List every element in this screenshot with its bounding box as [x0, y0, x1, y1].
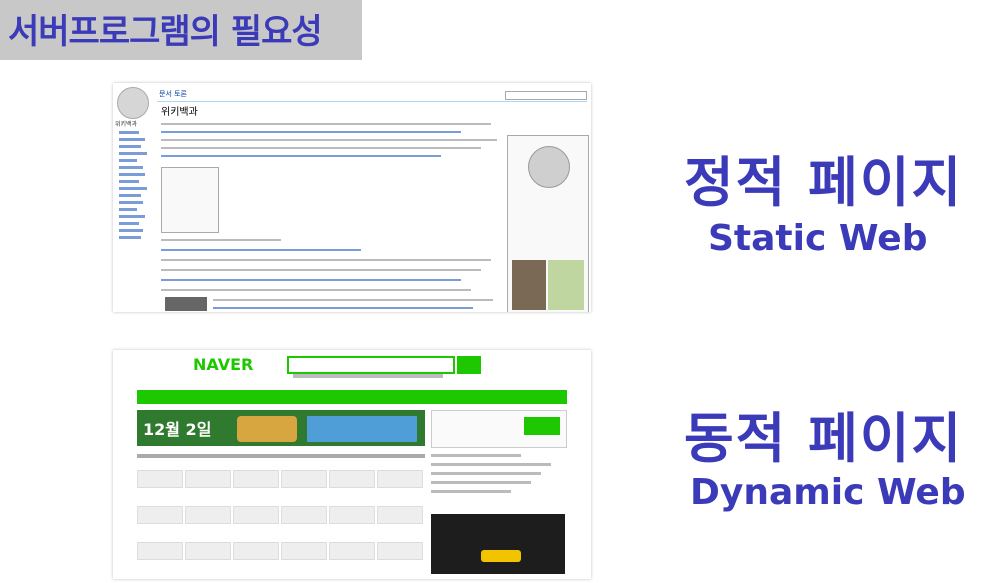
text-line [161, 289, 471, 291]
press-logo [329, 542, 375, 560]
press-logo [137, 506, 183, 524]
press-logo [329, 506, 375, 524]
press-logo [137, 542, 183, 560]
naver-banner: 12월 2일 [137, 410, 425, 446]
dynamic-page-screenshot: NAVER 12월 2일 [113, 350, 591, 579]
wiki-infobox [507, 135, 589, 312]
press-logo [185, 506, 231, 524]
page-title: 서버프로그램의 필요성 [8, 12, 323, 52]
text-line [213, 299, 493, 301]
naver-ad [431, 514, 565, 574]
banner-game-logo [307, 416, 417, 442]
wiki-tab: 문서 토론 [159, 90, 187, 98]
text-line [161, 279, 461, 281]
naver-logo: NAVER [193, 355, 254, 374]
naver-suggestions [293, 374, 443, 378]
naver-nav-bar [137, 390, 567, 404]
static-page-screenshot: 위키백과 문서 토론 위키백과 [113, 83, 591, 312]
press-logo [281, 542, 327, 560]
press-logo [185, 542, 231, 560]
logo-image [548, 260, 584, 310]
banner-character [237, 416, 297, 442]
press-logo [137, 470, 183, 488]
press-logo [281, 506, 327, 524]
text-line [161, 139, 497, 141]
press-logo [329, 470, 375, 488]
text-line [161, 269, 481, 271]
static-label-en: Static Web [708, 218, 928, 259]
text-line [161, 155, 441, 157]
wiki-sidebar [119, 131, 153, 243]
dynamic-label-en: Dynamic Web [690, 472, 966, 513]
press-logo [377, 506, 423, 524]
text-line [161, 147, 481, 149]
press-logo [185, 470, 231, 488]
naver-search-input [287, 356, 455, 374]
text-line [161, 123, 491, 125]
text-line [161, 131, 461, 133]
person-photo [512, 260, 546, 310]
text-line [161, 239, 281, 241]
naver-search-button [457, 356, 481, 374]
naver-press-grid [137, 470, 425, 570]
text-line [213, 307, 473, 309]
naver-side-news [431, 454, 565, 514]
login-button [524, 417, 560, 435]
naver-login-box [431, 410, 567, 448]
wikipedia-globe-icon [117, 87, 149, 119]
banner-text: 12월 2일 [143, 420, 212, 439]
press-logo [281, 470, 327, 488]
ad-button [481, 550, 521, 562]
wiki-image [165, 297, 207, 311]
wiki-heading: 위키백과 [161, 107, 198, 118]
text-line [161, 259, 491, 261]
naver-news-ticker [137, 454, 425, 458]
wiki-toc [161, 167, 219, 233]
press-logo [233, 470, 279, 488]
text-line [161, 249, 361, 251]
wiki-logo-text: 위키백과 [115, 121, 138, 128]
press-logo [233, 506, 279, 524]
press-logo [233, 542, 279, 560]
wiki-search-input [505, 91, 587, 100]
title-banner: 서버프로그램의 필요성 [0, 0, 362, 60]
press-logo [377, 542, 423, 560]
globe-icon [528, 146, 570, 188]
press-logo [377, 470, 423, 488]
dynamic-label-ko: 동적 페이지 [684, 407, 964, 470]
static-label-ko: 정적 페이지 [684, 151, 964, 214]
